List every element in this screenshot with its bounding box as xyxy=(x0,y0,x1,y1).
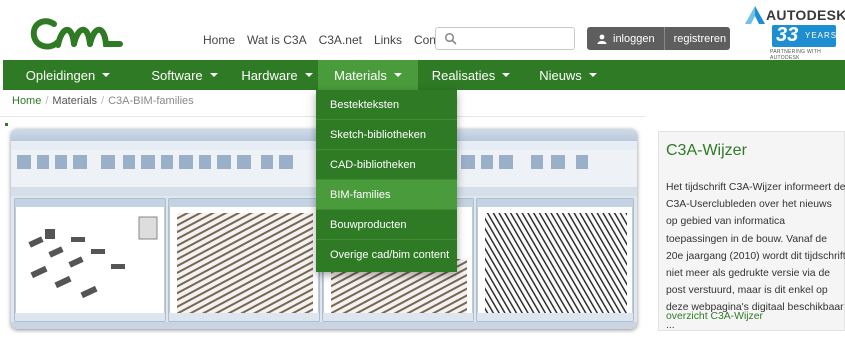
breadcrumb-separator: / xyxy=(45,95,49,107)
search-box[interactable] xyxy=(435,27,575,50)
years-number: 33 xyxy=(776,24,799,46)
nav-item-hardware[interactable]: Hardware xyxy=(236,60,318,90)
dropdown-item-overige-content[interactable]: Overige cad/bim content xyxy=(316,240,457,270)
nav-label: Hardware xyxy=(241,67,298,83)
dropdown-item-cad-bibliotheken[interactable]: CAD-bibliotheken xyxy=(316,150,457,180)
marker-dot xyxy=(5,123,8,126)
register-button[interactable]: registreren xyxy=(665,33,727,45)
materials-dropdown-menu: Bestekteksten Sketch-bibliotheken CAD-bi… xyxy=(316,90,457,272)
overzicht-link[interactable]: overzicht C3A-Wijzer xyxy=(666,311,763,322)
c3a-logo[interactable] xyxy=(28,14,124,54)
caret-down-icon xyxy=(502,73,511,77)
breadcrumb-materials[interactable]: Materials xyxy=(52,95,97,107)
breadcrumb: Home / Materials / C3A-BIM-families xyxy=(12,95,194,107)
top-nav-c3a-net[interactable]: C3A.net xyxy=(319,33,362,47)
nav-label: Materials xyxy=(334,67,387,83)
autodesk-brand: AUTODESK xyxy=(766,7,845,23)
top-nav-home[interactable]: Home xyxy=(203,33,235,47)
nav-label: Nieuws xyxy=(539,67,582,83)
nav-item-materials[interactable]: Materials xyxy=(318,60,418,90)
nav-label: Software xyxy=(151,67,203,83)
dropdown-item-bestekteksten[interactable]: Bestekteksten xyxy=(316,90,457,120)
caret-down-icon xyxy=(209,73,218,77)
breadcrumb-home[interactable]: Home xyxy=(12,95,41,107)
dropdown-item-bim-families[interactable]: BIM-families xyxy=(316,180,457,210)
caret-down-icon xyxy=(393,73,402,77)
nav-item-realisaties[interactable]: Realisaties xyxy=(418,60,524,90)
c3a-wijzer-panel: C3A-Wijzer Het tijdschrift C3A-Wijzer in… xyxy=(658,131,845,331)
autodesk-a-icon xyxy=(745,6,765,24)
sidebar-title: C3A-Wijzer xyxy=(666,142,747,159)
years-badge: 33 YEARS xyxy=(772,24,838,47)
site-header: Home Wat is C3A C3A.net Links Contact in… xyxy=(0,0,845,61)
caret-down-icon xyxy=(588,73,597,77)
auth-bar: inloggen registreren xyxy=(587,27,730,50)
top-nav-links[interactable]: Links xyxy=(374,33,402,47)
caret-down-icon xyxy=(304,73,313,77)
nav-label: Opleidingen xyxy=(25,67,96,83)
top-nav-wat-is-c3a[interactable]: Wat is C3A xyxy=(247,33,307,47)
search-icon xyxy=(444,32,457,45)
user-icon xyxy=(597,34,607,44)
nav-item-nieuws[interactable]: Nieuws xyxy=(524,60,612,90)
login-button[interactable]: inloggen xyxy=(587,27,665,50)
nav-item-opleidingen[interactable]: Opleidingen xyxy=(3,60,133,90)
nav-item-software[interactable]: Software xyxy=(133,60,236,90)
top-nav: Home Wat is C3A C3A.net Links Contact xyxy=(203,33,467,47)
breadcrumb-current: C3A-BIM-families xyxy=(108,95,194,107)
search-input[interactable] xyxy=(460,30,570,47)
main-nav: Opleidingen Software Hardware Materials … xyxy=(3,60,845,90)
years-label: YEARS xyxy=(805,31,838,40)
nav-label: Realisaties xyxy=(431,67,496,83)
dropdown-item-sketch-bibliotheken[interactable]: Sketch-bibliotheken xyxy=(316,120,457,150)
caret-down-icon xyxy=(102,73,111,77)
autodesk-partner-logo: AUTODESK 33 YEARS PARTNERING WITH AUTODE… xyxy=(742,4,845,61)
dropdown-item-bouwproducten[interactable]: Bouwproducten xyxy=(316,210,457,240)
breadcrumb-separator: / xyxy=(101,95,105,107)
login-label: inloggen xyxy=(613,32,655,45)
